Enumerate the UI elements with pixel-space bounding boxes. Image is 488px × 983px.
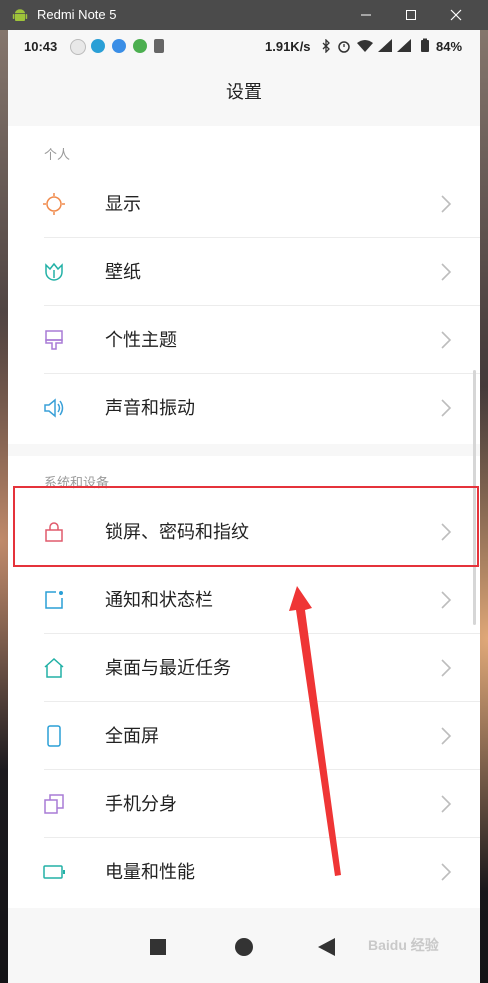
phone-icon (47, 725, 61, 747)
item-label: 锁屏、密码和指纹 (105, 522, 249, 543)
item-label: 显示 (105, 194, 141, 215)
signal-icon (378, 39, 392, 52)
paintbrush-icon (45, 330, 63, 350)
alarm-icon (338, 41, 350, 53)
settings-item-lockscreen[interactable]: 锁屏、密码和指纹 (8, 498, 480, 566)
sim-icon (154, 39, 164, 53)
battery-level: 84% (436, 39, 463, 54)
item-label: 桌面与最近任务 (105, 658, 231, 679)
settings-header: 设置 (8, 62, 480, 120)
settings-item-dual-apps[interactable]: 手机分身 (8, 770, 480, 838)
chevron-right-icon (441, 523, 452, 541)
section-gap (8, 444, 480, 456)
recent-apps-button[interactable] (150, 939, 166, 955)
android-icon (12, 9, 28, 21)
settings-item-fullscreen[interactable]: 全面屏 (8, 702, 480, 770)
window-title: Redmi Note 5 (37, 7, 117, 22)
item-label: 个性主题 (105, 330, 177, 351)
watermark: Baidu 经验 (368, 937, 439, 953)
close-icon (450, 9, 462, 21)
item-label: 手机分身 (105, 794, 177, 815)
bluetooth-icon (322, 39, 330, 53)
settings-item-display[interactable]: 显示 (8, 170, 480, 238)
settings-item-home-screen[interactable]: 桌面与最近任务 (8, 634, 480, 702)
settings-item-themes[interactable]: 个性主题 (8, 306, 480, 374)
item-label: 全面屏 (105, 726, 159, 747)
page-title: 设置 (226, 82, 262, 103)
battery-status-icon (421, 38, 429, 52)
network-speed: 1.91K/s (265, 39, 311, 54)
close-button[interactable] (436, 0, 476, 30)
clone-icon (44, 794, 64, 814)
chevron-right-icon (441, 727, 452, 745)
signal-icon-2 (397, 39, 411, 52)
lock-icon (45, 522, 63, 542)
item-label: 通知和状态栏 (105, 590, 213, 611)
back-button[interactable] (318, 938, 336, 956)
item-label: 壁纸 (105, 262, 141, 283)
chevron-right-icon (441, 795, 452, 813)
phone-screen: 10:43 1.91K/s 84% 设置 个人 显示 壁纸 个性主题 声音和振动… (8, 30, 480, 983)
section-label-system: 系统和设备 (44, 476, 110, 491)
minimize-icon (361, 14, 371, 16)
window-titlebar: Redmi Note 5 (0, 0, 488, 30)
home-button[interactable] (234, 937, 254, 957)
status-time: 10:43 (24, 39, 58, 54)
chevron-right-icon (441, 195, 452, 213)
section-label-personal: 个人 (44, 148, 71, 163)
settings-list[interactable]: 个人 显示 壁纸 个性主题 声音和振动 系统和设备 锁屏、密码和指纹 通知和状态… (8, 122, 480, 912)
sun-icon (43, 193, 65, 215)
wifi-icon (357, 40, 373, 52)
chevron-right-icon (441, 591, 452, 609)
maximize-button[interactable] (391, 0, 431, 30)
speaker-icon (44, 398, 64, 418)
chevron-right-icon (441, 863, 452, 881)
chevron-right-icon (441, 659, 452, 677)
battery-icon (43, 865, 65, 879)
chevron-right-icon (441, 399, 452, 417)
item-label: 电量和性能 (105, 862, 195, 883)
settings-item-battery[interactable]: 电量和性能 (8, 838, 480, 906)
settings-item-sound[interactable]: 声音和振动 (8, 374, 480, 442)
settings-item-wallpaper[interactable]: 壁纸 (8, 238, 480, 306)
item-label: 声音和振动 (105, 398, 195, 419)
maximize-icon (406, 10, 416, 20)
chevron-right-icon (441, 263, 452, 281)
usb-icon (70, 39, 86, 55)
status-bar: 10:43 1.91K/s 84% (8, 30, 480, 62)
minimize-button[interactable] (346, 0, 386, 30)
scrollbar[interactable] (473, 370, 476, 625)
tulip-icon (45, 262, 63, 281)
notification-icon (45, 591, 63, 609)
app-notification-icon (91, 39, 105, 53)
settings-item-notifications[interactable]: 通知和状态栏 (8, 566, 480, 634)
qq-icon (112, 39, 126, 53)
android-notification-icon (133, 39, 147, 53)
list-gap (8, 122, 480, 126)
home-icon (44, 657, 64, 678)
chevron-right-icon (441, 331, 452, 349)
